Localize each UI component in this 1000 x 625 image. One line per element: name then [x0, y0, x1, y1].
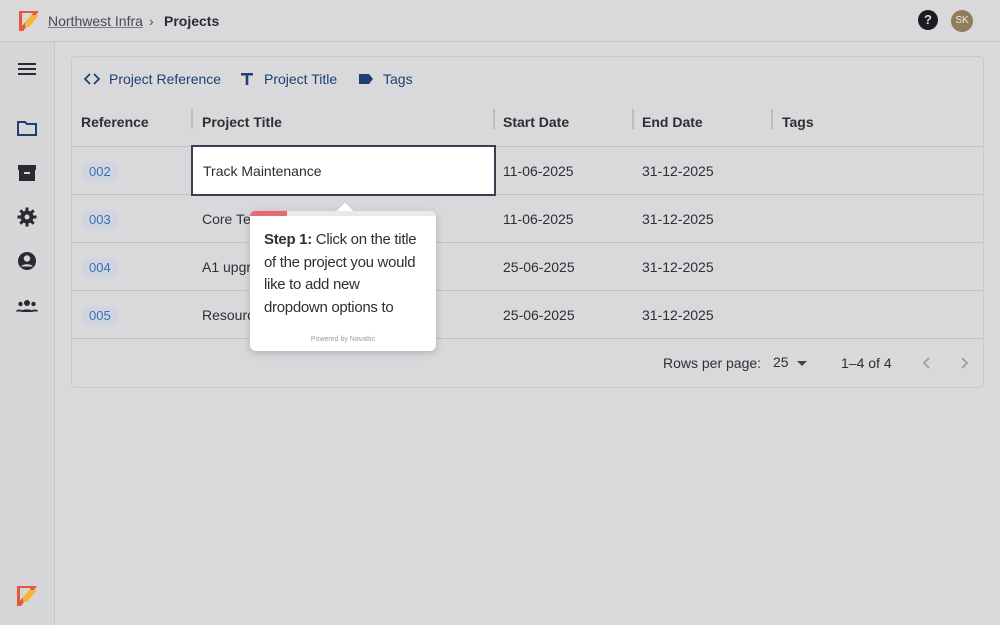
tour-tooltip[interactable]: Step 1: Click on the title of the projec… [250, 202, 436, 351]
gear-icon[interactable] [16, 206, 38, 228]
table-pagination: Rows per page: 25 1–4 of 4 [72, 339, 983, 387]
tooltip-text: Step 1: Click on the title of the projec… [264, 229, 424, 319]
top-bar: Northwest Infra › Projects ? SK [0, 0, 1000, 42]
rows-per-page-select[interactable]: 25 [773, 354, 807, 370]
folder-icon[interactable] [16, 117, 38, 139]
project-title-label: Project Title [264, 71, 338, 87]
project-reference-label: Project Reference [109, 71, 222, 87]
tags-button[interactable]: Tags [358, 69, 413, 89]
archive-icon[interactable] [16, 162, 38, 184]
project-title-button[interactable]: Project Title [239, 69, 337, 89]
help-icon[interactable]: ? [918, 10, 938, 30]
tour-progress-fill [250, 211, 288, 216]
column-header-end-date[interactable]: End Date [642, 114, 703, 130]
powered-by-label: Powered by Navattic [310, 336, 376, 343]
column-header-project-title[interactable]: Project Title [202, 114, 282, 130]
previous-page-icon[interactable] [917, 353, 937, 373]
table-row[interactable]: 003 Core Te 11-06-2025 31-12-2025 [72, 195, 983, 243]
column-resize-handle[interactable] [771, 109, 773, 129]
menu-icon[interactable] [16, 58, 38, 80]
end-date-cell: 31-12-2025 [642, 163, 714, 179]
next-page-icon[interactable] [954, 353, 974, 373]
start-date-cell: 25-06-2025 [503, 307, 575, 323]
rows-per-page-value: 25 [773, 354, 789, 370]
end-date-cell: 31-12-2025 [642, 211, 714, 227]
sidebar [0, 42, 55, 625]
table-row[interactable]: 004 A1 upgra 25-06-2025 31-12-2025 [72, 243, 983, 291]
avatar[interactable]: SK [951, 10, 973, 32]
tour-progress-bar [250, 211, 436, 216]
column-header-tags[interactable]: Tags [782, 114, 814, 130]
code-icon [84, 73, 100, 85]
reference-chip[interactable]: 002 [82, 162, 118, 182]
project-title-cell-selected[interactable]: Track Maintenance [191, 145, 496, 196]
dropdown-arrow-icon [796, 361, 807, 366]
start-date-cell: 11-06-2025 [503, 211, 574, 227]
tag-icon [359, 74, 373, 84]
brand-logo-icon[interactable] [19, 11, 39, 31]
rows-per-page-label: Rows per page: [663, 355, 762, 371]
start-date-cell: 25-06-2025 [503, 259, 575, 275]
column-toolbar: Project Reference Project Title Tags [72, 57, 983, 99]
column-header-reference[interactable]: Reference [81, 114, 149, 130]
start-date-cell: 11-06-2025 [503, 163, 574, 179]
project-title-text: Track Maintenance [203, 163, 322, 179]
breadcrumb-separator: › [149, 13, 154, 29]
brand-logo-icon[interactable] [17, 586, 37, 606]
reference-chip[interactable]: 005 [82, 306, 118, 326]
group-icon[interactable] [16, 295, 38, 317]
project-reference-button[interactable]: Project Reference [84, 69, 221, 89]
text-format-icon [241, 73, 253, 85]
pagination-range: 1–4 of 4 [841, 355, 892, 371]
column-resize-handle[interactable] [632, 109, 634, 129]
column-resize-handle[interactable] [191, 109, 193, 129]
reference-chip[interactable]: 003 [82, 210, 118, 230]
end-date-cell: 31-12-2025 [642, 307, 714, 323]
table-header: Reference Project Title Start Date End D… [72, 99, 983, 147]
breadcrumb-current: Projects [164, 13, 220, 29]
projects-table-card: Project Reference Project Title Tags Ref… [71, 56, 984, 388]
tags-label: Tags [383, 71, 413, 87]
breadcrumb-parent-link[interactable]: Northwest Infra [48, 13, 143, 29]
column-resize-handle[interactable] [493, 109, 495, 129]
project-title-cell[interactable]: Resourc [202, 307, 254, 323]
project-title-cell[interactable]: Core Te [202, 211, 251, 227]
end-date-cell: 31-12-2025 [642, 259, 714, 275]
account-circle-icon[interactable] [16, 250, 38, 272]
table-row[interactable]: 005 Resourc 25-06-2025 31-12-2025 [72, 291, 983, 339]
tooltip-step-label: Step 1: [264, 231, 312, 248]
column-header-start-date[interactable]: Start Date [503, 114, 569, 130]
reference-chip[interactable]: 004 [82, 258, 118, 278]
